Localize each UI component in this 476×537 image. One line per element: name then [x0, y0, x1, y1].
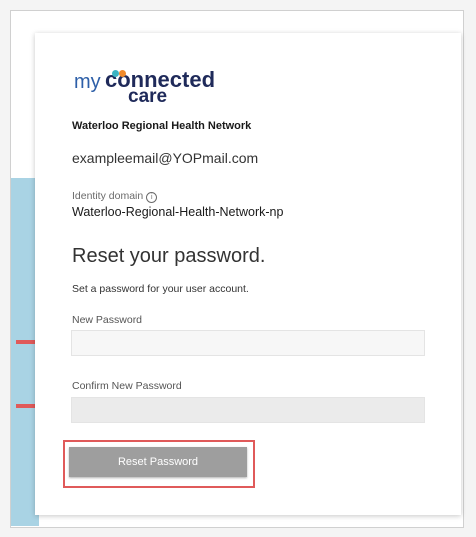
- logo-dot: [119, 70, 126, 77]
- logo-dot: [112, 70, 119, 77]
- logo-care-text: care: [128, 86, 168, 107]
- myconnectedcare-logo: my connected care: [74, 67, 244, 109]
- logo-my-text: my: [74, 71, 101, 93]
- info-icon[interactable]: i: [146, 192, 158, 203]
- screenshot-stage: my connected care Waterloo Regional Heal…: [0, 0, 476, 537]
- new-password-input[interactable]: [71, 330, 425, 356]
- confirm-password-label: Confirm New Password: [72, 380, 182, 392]
- identity-domain-value: Waterloo-Regional-Health-Network-np: [72, 205, 284, 219]
- page-subtitle: Set a password for your user account.: [72, 283, 249, 295]
- page-title: Reset your password.: [72, 245, 266, 267]
- confirm-password-input[interactable]: [71, 397, 425, 423]
- organization-name: Waterloo Regional Health Network: [72, 120, 252, 132]
- annotation-highlight-box: [63, 440, 255, 488]
- identity-domain-label: Identity domain i: [72, 190, 158, 203]
- identity-domain-label-text: Identity domain: [72, 190, 144, 202]
- user-email: exampleemail@YOPmail.com: [72, 150, 259, 166]
- new-password-label: New Password: [72, 314, 143, 326]
